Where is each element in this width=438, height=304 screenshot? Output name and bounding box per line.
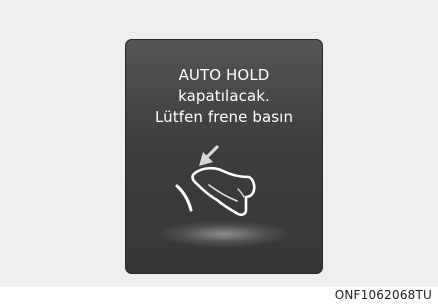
press-arrow-icon: [199, 145, 219, 166]
figure-code-caption: ONF1062068TU: [334, 288, 432, 302]
brake-pedal-icon: [175, 184, 193, 212]
cluster-display-panel: AUTO HOLD kapatılacak. Lütfen frene bası…: [125, 39, 323, 274]
foot-icon: [191, 166, 256, 217]
foot-pressing-brake-pedal-icon: [175, 145, 256, 217]
figure-background: AUTO HOLD kapatılacak. Lütfen frene bası…: [0, 0, 438, 287]
